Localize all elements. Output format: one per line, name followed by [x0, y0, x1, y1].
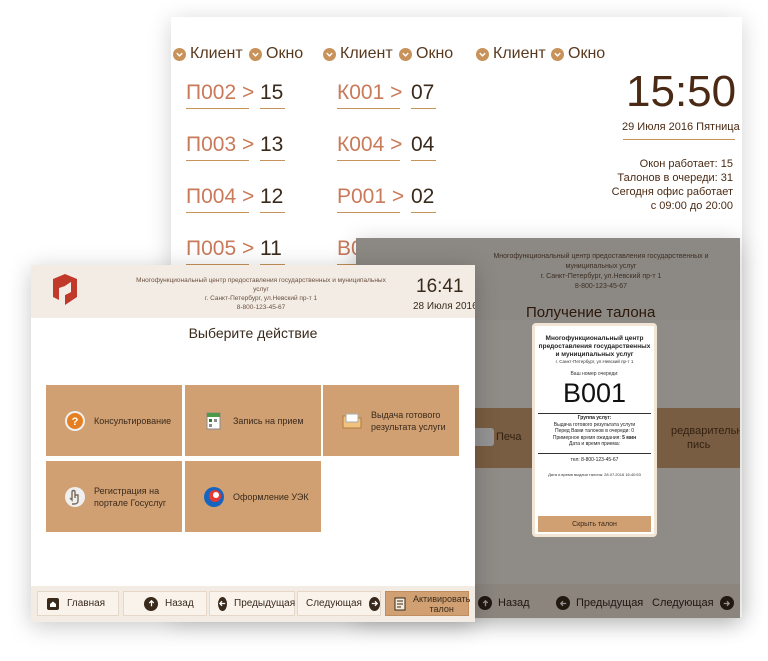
- ticket-code: К001 >: [337, 81, 402, 109]
- home-button[interactable]: Главная: [37, 591, 119, 616]
- tile-consultation[interactable]: ? Консультирование: [46, 385, 182, 456]
- queue-entry: П005 > 11: [186, 237, 285, 265]
- window-number: 11: [260, 237, 285, 265]
- window-number: 02: [411, 185, 436, 213]
- column-header-window-2: Окно: [399, 45, 453, 63]
- ticket-code: П002 >: [186, 81, 254, 109]
- ticket-org: Многофункциональный центр предоставления…: [538, 335, 651, 358]
- column-header-window-3: Окно: [551, 45, 605, 63]
- window-number: 04: [411, 133, 436, 161]
- tile-appointment[interactable]: Запись на прием: [185, 385, 321, 456]
- ticket-issued-time: Дата и время выдачи талона: 28.07.2016 1…: [548, 472, 641, 477]
- ticket-address: г. Санкт-Петербург, ул.Невский пр-т 1: [555, 359, 634, 364]
- ticket-popup: Многофункциональный центр предоставления…: [532, 323, 657, 537]
- document-icon: [394, 597, 406, 611]
- column-header-client-2: Клиент: [323, 45, 393, 63]
- kiosk-date: 28 Июля 2016: [413, 301, 475, 312]
- window-number: 12: [260, 185, 285, 213]
- tile-result-issue[interactable]: Выдача готового результата услуги: [323, 385, 459, 456]
- uek-card-icon: [203, 486, 225, 508]
- queue-entry: П002 > 15: [186, 81, 285, 109]
- arrow-left-icon: [218, 596, 227, 611]
- queue-entry: П004 > 12: [186, 185, 285, 213]
- ticket-number: B001: [562, 378, 627, 408]
- question-icon: ?: [64, 410, 86, 432]
- chevron-down-icon: [399, 47, 412, 61]
- ticket-code: П004 >: [186, 185, 254, 213]
- queue-entry: П003 > 13: [186, 133, 285, 161]
- board-date: 29 Июля 2016 Пятница: [622, 121, 740, 133]
- column-header-client-1: Клиент: [173, 45, 243, 63]
- next-button[interactable]: Следующая: [297, 591, 381, 616]
- ticket-details: Группа услуг: Выдача готового результата…: [552, 415, 637, 447]
- activate-ticket-button[interactable]: Активировать талон: [385, 591, 470, 616]
- previous-button[interactable]: Предыдущая: [209, 591, 295, 616]
- hide-ticket-button[interactable]: Скрыть талон: [538, 516, 651, 532]
- chevron-down-icon: [551, 47, 564, 61]
- ticket-code: К004 >: [337, 133, 402, 161]
- folder-icon: [341, 410, 363, 432]
- arrow-right-icon: [368, 596, 380, 611]
- queue-entry: К004 > 04: [337, 133, 436, 161]
- divider: [538, 453, 651, 454]
- kiosk-screen: Многофункциональный центр предоставления…: [31, 265, 475, 622]
- window-number: 15: [260, 81, 285, 109]
- mfc-logo: [53, 274, 77, 305]
- window-number: 07: [411, 81, 436, 109]
- tile-gosuslugi-registration[interactable]: Регистрация на портале Госуслуг: [46, 461, 182, 532]
- chevron-down-icon: [476, 47, 489, 61]
- calendar-icon: [203, 410, 225, 432]
- page-title: Выберите действие: [188, 325, 318, 341]
- divider: [538, 413, 651, 414]
- board-clock: 15:50: [626, 67, 737, 116]
- back-button[interactable]: Назад: [123, 591, 207, 616]
- svg-text:?: ?: [72, 416, 79, 428]
- ticket-number-label: Ваш номер очереди:: [570, 371, 619, 377]
- chevron-down-icon: [323, 47, 336, 61]
- column-header-client-3: Клиент: [476, 45, 546, 63]
- ticket-code: П005 >: [186, 237, 254, 265]
- queue-entry: Р001 > 02: [337, 185, 436, 213]
- kiosk-clock: 16:41: [416, 276, 464, 297]
- window-number: 13: [260, 133, 285, 161]
- ticket-phone: тел: 8-800-123-45-67: [570, 457, 619, 463]
- chevron-down-icon: [173, 47, 186, 61]
- hand-click-icon: [64, 486, 86, 508]
- org-info: Многофункциональный центр предоставления…: [136, 277, 386, 311]
- ticket-code: П003 >: [186, 133, 254, 161]
- office-stats: Окон работает: 15 Талонов в очереди: 31 …: [611, 158, 733, 212]
- tile-uek[interactable]: Оформление УЭК: [185, 461, 321, 532]
- home-icon: [46, 597, 60, 611]
- queue-entry: К001 > 07: [337, 81, 436, 109]
- column-header-window-1: Окно: [249, 45, 303, 63]
- arrow-up-icon: [144, 596, 158, 611]
- divider: [623, 139, 735, 140]
- chevron-down-icon: [249, 47, 262, 61]
- ticket-code: Р001 >: [337, 185, 404, 213]
